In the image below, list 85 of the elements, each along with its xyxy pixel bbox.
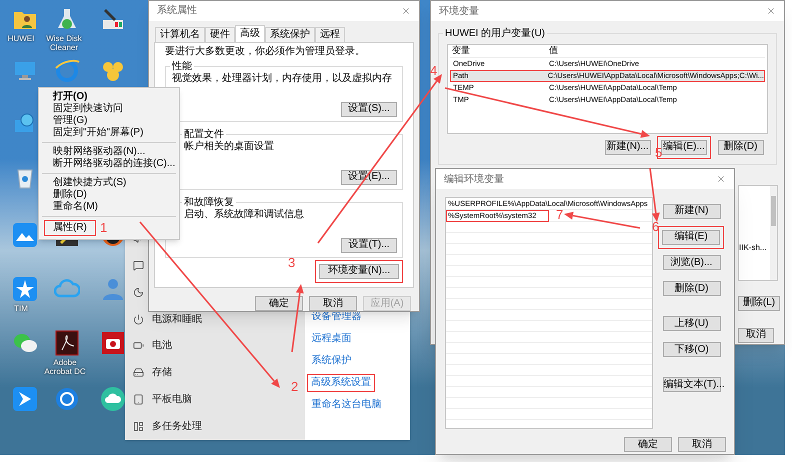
desktop-icon-label: HUWEI [6, 34, 36, 43]
window-title: 编辑环境变量 [444, 172, 504, 186]
settings-nav-item[interactable]: 多任务处理 [152, 419, 202, 434]
tablet-icon[interactable] [133, 394, 144, 406]
list-item: IIK-sh... [739, 242, 767, 254]
step-number: 7 [556, 208, 564, 221]
circle-icon[interactable] [54, 386, 80, 412]
dialog-button[interactable]: 确定 [624, 437, 672, 452]
battery-icon[interactable] [133, 340, 144, 352]
close-icon[interactable] [401, 6, 411, 16]
settings-link[interactable]: 重命名这台电脑 [312, 400, 382, 410]
message-icon[interactable] [133, 260, 144, 271]
column-header: 值 [548, 44, 558, 58]
menu-item[interactable]: 断开网络驱动器的连接(C)... [39, 158, 179, 170]
cloud-icon[interactable] [100, 386, 126, 412]
dialog-button[interactable]: 编辑(E) [662, 230, 720, 244]
group-title: 和故障恢复 [182, 196, 236, 208]
power-icon[interactable] [133, 314, 144, 325]
dialog-button[interactable]: 设置(S)... [341, 102, 397, 117]
drive-icon[interactable] [133, 367, 144, 378]
person-icon[interactable] [100, 276, 126, 302]
menu-item[interactable]: 打开(O) [39, 91, 179, 103]
step-number: 1 [100, 221, 108, 234]
tab[interactable]: 高级 [235, 24, 265, 42]
dialog-button[interactable]: 确定 [255, 296, 303, 311]
dialog-button[interactable]: 新建(N)... [604, 140, 650, 154]
group-title: 配置文件 [182, 128, 226, 140]
moon-icon[interactable] [133, 286, 144, 298]
desktop-icon-label: Wise Disk Cleaner [45, 34, 83, 52]
menu-item[interactable]: 固定到"开始"屏幕(P) [39, 127, 179, 139]
dialog-button[interactable]: 新建(N) [662, 204, 720, 218]
desktop-icon-label: Adobe Acrobat DC [43, 358, 87, 376]
document-icon[interactable] [54, 330, 80, 356]
step-number: 4 [430, 64, 438, 77]
annotation-arrow [649, 168, 660, 222]
dialog-button[interactable]: 取消 [738, 328, 774, 342]
settings-link[interactable]: 系统保护 [312, 356, 352, 366]
group-title: HUWEI 的用户变量(U) [443, 28, 547, 39]
group-description: 启动、系统故障和调试信息 [184, 208, 305, 221]
desktop-icon-label: TIM [13, 304, 29, 313]
step-number: 3 [288, 256, 296, 269]
window-title: 环境变量 [439, 4, 479, 18]
dialog-button[interactable]: 设置(T)... [341, 238, 397, 253]
menu-item[interactable]: 创建快捷方式(S) [39, 177, 179, 189]
tab[interactable]: 远程 [315, 26, 345, 42]
step-number: 2 [291, 380, 298, 393]
dialog-button[interactable]: 删除(D) [718, 140, 764, 154]
panels-icon[interactable] [133, 421, 144, 432]
scrollbar[interactable] [770, 186, 777, 280]
dialog-button[interactable]: 取消 [309, 296, 357, 311]
group-description: 帐户相关的桌面设置 [184, 140, 275, 153]
close-icon[interactable] [716, 174, 726, 184]
menu-item[interactable]: 管理(G) [39, 115, 179, 127]
close-icon[interactable] [766, 6, 776, 16]
group-description: 视觉效果，处理器计划，内存使用，以及虚拟内存 [172, 72, 393, 85]
settings-nav-item[interactable]: 电池 [152, 338, 172, 354]
dialog-button[interactable]: 删除(L) [738, 296, 780, 310]
tab[interactable]: 计算机名 [155, 26, 205, 42]
dialog-button[interactable]: 下移(O) [662, 342, 720, 357]
menu-item[interactable]: 删除(D) [39, 189, 179, 201]
dialog-button[interactable]: 编辑(E)... [661, 140, 707, 154]
menu-item[interactable]: 固定到快速访问 [39, 103, 179, 115]
tab[interactable]: 硬件 [205, 26, 235, 42]
column-header: 变量 [451, 44, 471, 58]
dialog-button[interactable]: 上移(U) [662, 316, 720, 331]
settings-nav-item[interactable]: 平板电脑 [152, 392, 192, 408]
menu-item[interactable]: 重命名(M) [39, 201, 179, 213]
menu-item[interactable]: 映射网络驱动器(N)... [39, 146, 179, 158]
settings-link[interactable]: 远程桌面 [312, 334, 352, 344]
settings-link[interactable]: 高级系统设置 [311, 378, 371, 388]
group-title: 性能 [170, 60, 194, 72]
dialog-button[interactable]: 删除(D) [662, 281, 720, 296]
menu-item[interactable]: 属性(R) [44, 220, 96, 236]
mountain-icon[interactable] [12, 222, 38, 248]
dialog-button[interactable]: 取消 [678, 437, 726, 452]
camera-icon[interactable] [100, 330, 126, 356]
annotation-arrow [291, 284, 304, 352]
settings-nav-item[interactable]: 存储 [152, 365, 172, 380]
dialog-button[interactable]: 环境变量(N)... [319, 264, 399, 279]
settings-nav-item[interactable]: 电源和睡眠 [152, 312, 202, 327]
window-title: 系统属性 [157, 4, 197, 18]
brush-icon[interactable] [100, 6, 126, 32]
dialog-button[interactable]: 浏览(B)... [662, 255, 720, 270]
notice-text: 要进行大多数更改，你必须作为管理员登录。 [165, 46, 366, 58]
tab[interactable]: 系统保护 [265, 26, 315, 42]
